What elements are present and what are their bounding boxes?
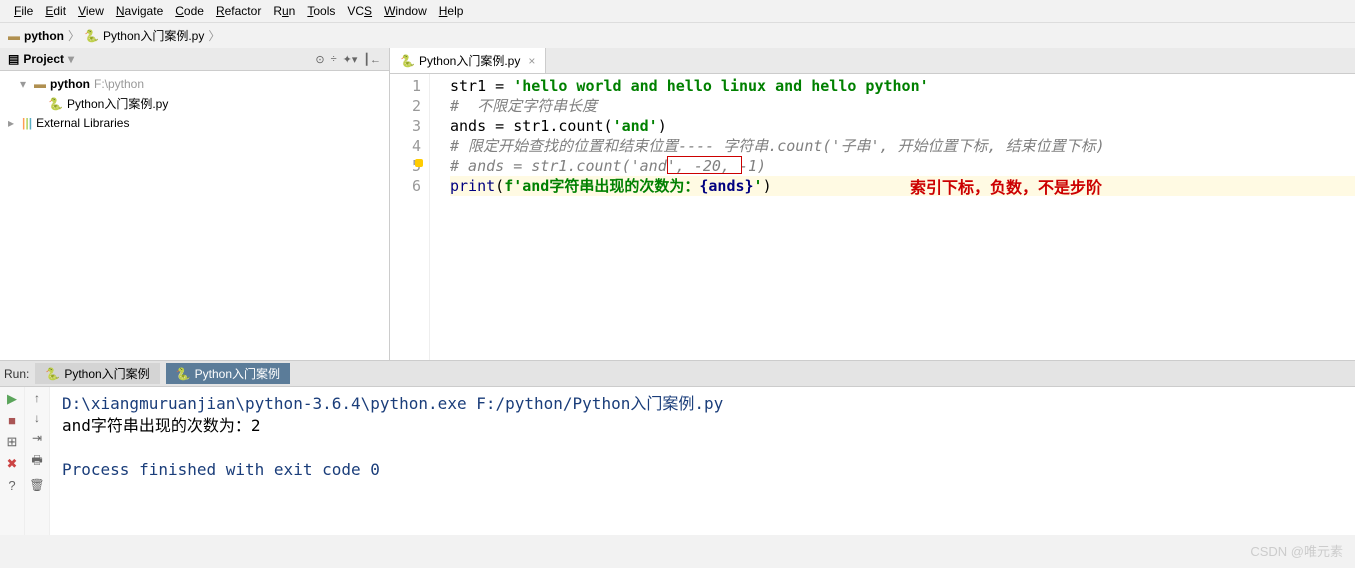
help-icon[interactable]: ? — [8, 478, 15, 493]
hide-icon[interactable]: ┃← — [363, 53, 381, 66]
line-number: 6 — [392, 176, 421, 196]
run-panel: Run: 🐍 Python入门案例 🐍 Python入门案例 ▶ ■ ⊞ ✖ ?… — [0, 360, 1355, 535]
project-tree: ▾ ▬ python F:\python 🐍 Python入门案例.py ▸ |… — [0, 71, 389, 136]
collapse-icon[interactable]: ⊙ — [315, 53, 324, 66]
editor-body[interactable]: 1 2 3 4 5 6 str1 = 'hello world and hell… — [390, 74, 1355, 360]
python-file-icon: 🐍 — [48, 97, 63, 111]
menu-run[interactable]: Run — [267, 2, 301, 20]
menu-navigate[interactable]: Navigate — [110, 2, 169, 20]
editor-tabs: 🐍 Python入门案例.py × — [390, 48, 1355, 74]
run-tab-1[interactable]: 🐍 Python入门案例 — [35, 363, 159, 384]
breadcrumb: ▬ python 〉 🐍 Python入门案例.py 〉 — [0, 23, 1355, 48]
layout-icon[interactable]: ⊞ — [7, 434, 18, 450]
print-icon[interactable]: 🖶 — [31, 451, 42, 472]
annotation-text: 索引下标，负数，不是步阶 — [910, 174, 1102, 198]
expand-icon[interactable]: ▾ — [20, 77, 30, 91]
menu-code[interactable]: Code — [169, 2, 210, 20]
line-number: 2 — [392, 96, 421, 116]
up-icon[interactable]: ↑ — [34, 391, 40, 405]
tree-file[interactable]: 🐍 Python入门案例.py — [0, 93, 389, 114]
console-blank — [62, 437, 1343, 459]
chevron-right-icon: 〉 — [68, 27, 80, 44]
editor-panel: 🐍 Python入门案例.py × 1 2 3 4 5 6 str1 = 'he… — [390, 48, 1355, 360]
code-line-4: # 限定开始查找的位置和结束位置---- 字符串.count('子串', 开始位… — [450, 136, 1355, 156]
console-output-line: and字符串出现的次数为：2 — [62, 415, 1343, 437]
console-output[interactable]: D:\xiangmuruanjian\python-3.6.4\python.e… — [50, 387, 1355, 535]
trash-icon[interactable]: 🗑 — [29, 478, 44, 492]
code-area[interactable]: str1 = 'hello world and hello linux and … — [430, 74, 1355, 360]
annotation-box — [667, 156, 742, 174]
file-name: Python入门案例.py — [67, 95, 168, 112]
tree-external-libs[interactable]: ▸ ||| External Libraries — [0, 114, 389, 132]
project-icon: ▤ — [8, 52, 19, 66]
code-line-6: print(f'and字符串出现的次数为：{ands}') — [450, 176, 1355, 196]
menu-vcs[interactable]: VCS — [341, 2, 378, 20]
folder-icon: ▬ — [34, 77, 46, 91]
code-line-2: # 不限定字符串长度 — [450, 96, 1355, 116]
run-tab-2[interactable]: 🐍 Python入门案例 — [166, 363, 290, 384]
menu-refactor[interactable]: Refactor — [210, 2, 267, 20]
breadcrumb-folder[interactable]: python — [24, 29, 64, 43]
root-path: F:\python — [94, 77, 144, 91]
library-icon: ||| — [22, 116, 32, 130]
python-file-icon: 🐍 — [84, 29, 99, 43]
settings-icon[interactable]: ✦▾ — [343, 53, 358, 66]
console-exit: Process finished with exit code 0 — [62, 459, 1343, 481]
root-name: python — [50, 77, 90, 91]
menu-window[interactable]: Window — [378, 2, 433, 20]
chevron-right-icon: 〉 — [208, 27, 220, 44]
project-panel: ▤ Project ▾ ⊙ ÷ ✦▾ ┃← ▾ ▬ python F:\pyth… — [0, 48, 390, 360]
tree-root[interactable]: ▾ ▬ python F:\python — [0, 75, 389, 93]
down-icon[interactable]: ↓ — [34, 411, 40, 425]
code-line-3: ands = str1.count('and') — [450, 116, 1355, 136]
watermark: CSDN @唯元素 — [1250, 541, 1343, 560]
editor-tab[interactable]: 🐍 Python入门案例.py × — [390, 48, 546, 73]
line-number: 5 — [392, 156, 421, 176]
stop-icon[interactable]: ■ — [8, 413, 16, 428]
console-command: D:\xiangmuruanjian\python-3.6.4\python.e… — [62, 393, 1343, 415]
gutter-mark-icon — [415, 159, 423, 167]
python-file-icon: 🐍 — [400, 54, 415, 68]
code-line-1: str1 = 'hello world and hello linux and … — [450, 76, 1355, 96]
project-title[interactable]: Project — [23, 52, 64, 66]
main-split: ▤ Project ▾ ⊙ ÷ ✦▾ ┃← ▾ ▬ python F:\pyth… — [0, 48, 1355, 360]
wrap-icon[interactable]: ⇥ — [32, 431, 42, 445]
menu-view[interactable]: View — [72, 2, 110, 20]
divide-icon[interactable]: ÷ — [331, 53, 337, 66]
run-label: Run: — [4, 367, 29, 381]
close-red-icon[interactable]: ✖ — [7, 456, 18, 472]
menu-file[interactable]: File — [8, 2, 39, 20]
libs-label: External Libraries — [36, 116, 129, 130]
gutter: 1 2 3 4 5 6 — [390, 74, 430, 360]
code-line-5: # ands = str1.count('and', -20, -1) — [450, 156, 1355, 176]
run-tabs: Run: 🐍 Python入门案例 🐍 Python入门案例 — [0, 361, 1355, 387]
run-toolbar-left: ▶ ■ ⊞ ✖ ? — [0, 387, 25, 535]
line-number: 3 — [392, 116, 421, 136]
menu-help[interactable]: Help — [433, 2, 470, 20]
rerun-icon[interactable]: ▶ — [7, 391, 17, 407]
tab-label: Python入门案例.py — [419, 52, 520, 69]
python-file-icon: 🐍 — [176, 367, 191, 381]
run-toolbar-inner: ↑ ↓ ⇥ 🖶 🗑 — [25, 387, 50, 535]
dropdown-icon[interactable]: ▾ — [68, 52, 74, 66]
line-number: 4 — [392, 136, 421, 156]
folder-icon: ▬ — [8, 29, 20, 43]
expand-icon[interactable]: ▸ — [8, 116, 18, 130]
menu-tools[interactable]: Tools — [301, 2, 341, 20]
close-icon[interactable]: × — [528, 54, 535, 68]
project-header: ▤ Project ▾ ⊙ ÷ ✦▾ ┃← — [0, 48, 389, 71]
menu-bar: File Edit View Navigate Code Refactor Ru… — [0, 0, 1355, 23]
run-body: ▶ ■ ⊞ ✖ ? ↑ ↓ ⇥ 🖶 🗑 D:\xiangmuruanjian\p… — [0, 387, 1355, 535]
breadcrumb-file[interactable]: Python入门案例.py — [103, 27, 204, 44]
line-number: 1 — [392, 76, 421, 96]
python-file-icon: 🐍 — [45, 367, 60, 381]
menu-edit[interactable]: Edit — [39, 2, 72, 20]
